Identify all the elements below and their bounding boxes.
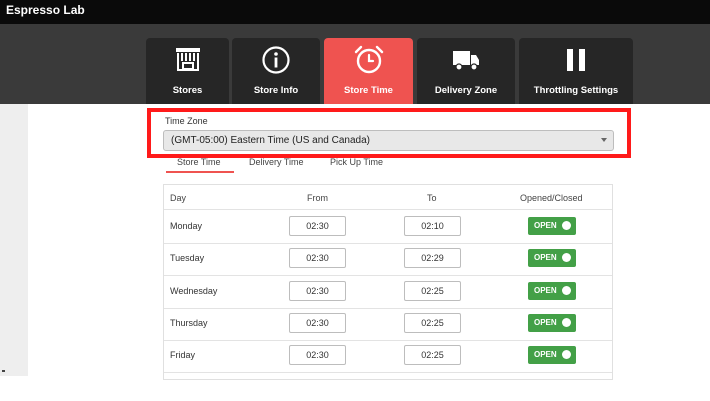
- open-toggle[interactable]: OPEN: [528, 249, 576, 267]
- info-icon: [232, 45, 320, 75]
- column-header-from: From: [307, 193, 328, 203]
- open-toggle[interactable]: OPEN: [528, 217, 576, 235]
- from-time-input[interactable]: 02:30: [289, 248, 346, 268]
- toggle-knob: [562, 350, 571, 359]
- store-icon: [146, 45, 229, 75]
- tab-label: Stores: [172, 85, 203, 96]
- column-header-status: Opened/Closed: [520, 193, 583, 203]
- app-title: Espresso Lab: [6, 3, 85, 17]
- from-time-input[interactable]: 02:30: [289, 281, 346, 301]
- toggle-label: OPEN: [534, 253, 557, 262]
- from-time-input[interactable]: 02:30: [289, 216, 346, 236]
- toggle-knob: [562, 286, 571, 295]
- tab-bar: Stores Store Info Store Time Delivery Zo…: [0, 24, 710, 104]
- pause-icon: [519, 45, 633, 75]
- from-time-input[interactable]: 02:30: [289, 313, 346, 333]
- open-toggle[interactable]: OPEN: [528, 282, 576, 300]
- left-panel: [0, 104, 28, 376]
- to-time-input[interactable]: 02:25: [404, 345, 461, 365]
- row-divider: [164, 209, 612, 210]
- tab-label: Throttling Settings: [533, 85, 619, 96]
- subtab-delivery-time[interactable]: Delivery Time: [249, 157, 304, 167]
- app-header: Espresso Lab: [0, 0, 710, 24]
- table-row: Thursday 02:30 02:25 OPEN: [164, 308, 612, 340]
- day-label: Wednesday: [170, 286, 218, 296]
- tab-store-time[interactable]: Store Time: [324, 38, 413, 104]
- to-time-input[interactable]: 02:25: [404, 313, 461, 333]
- tab-label: Store Info: [253, 85, 299, 96]
- table-row: Friday 02:30 02:25 OPEN: [164, 340, 612, 372]
- tab-delivery-zone[interactable]: Delivery Zone: [417, 38, 515, 104]
- tab-throttling-settings[interactable]: Throttling Settings: [519, 38, 633, 104]
- truck-icon: [417, 45, 515, 75]
- column-header-day: Day: [170, 193, 187, 203]
- active-subtab-indicator: [166, 171, 234, 173]
- day-label: Tuesday: [170, 253, 205, 263]
- tab-label: Store Time: [344, 85, 393, 96]
- alarm-clock-icon: [324, 45, 413, 75]
- tab-stores[interactable]: Stores: [146, 38, 229, 104]
- to-time-input[interactable]: 02:10: [404, 216, 461, 236]
- day-label: Monday: [170, 221, 203, 231]
- subtab-store-time[interactable]: Store Time: [177, 157, 221, 167]
- open-toggle[interactable]: OPEN: [528, 346, 576, 364]
- highlight-box: [147, 108, 631, 158]
- table-row: Monday 02:30 02:10 OPEN: [164, 211, 612, 243]
- panel-marker: [2, 370, 5, 372]
- toggle-label: OPEN: [534, 318, 557, 327]
- table-row: Wednesday 02:30 02:25 OPEN: [164, 276, 612, 308]
- day-label: Thursday: [170, 318, 208, 328]
- to-time-input[interactable]: 02:25: [404, 281, 461, 301]
- table-row: Tuesday 02:30 02:29 OPEN: [164, 243, 612, 275]
- toggle-label: OPEN: [534, 350, 557, 359]
- from-time-input[interactable]: 02:30: [289, 345, 346, 365]
- toggle-label: OPEN: [534, 286, 557, 295]
- column-header-to: To: [427, 193, 437, 203]
- toggle-knob: [562, 318, 571, 327]
- row-divider: [164, 372, 612, 373]
- to-time-input[interactable]: 02:29: [404, 248, 461, 268]
- day-label: Friday: [170, 350, 196, 360]
- tab-store-info[interactable]: Store Info: [232, 38, 320, 104]
- open-toggle[interactable]: OPEN: [528, 314, 576, 332]
- toggle-knob: [562, 253, 571, 262]
- toggle-knob: [562, 221, 571, 230]
- toggle-label: OPEN: [534, 221, 557, 230]
- subtab-pick-up-time[interactable]: Pick Up Time: [330, 157, 383, 167]
- hours-table: Day From To Opened/Closed Monday 02:30 0…: [163, 184, 613, 380]
- tab-label: Delivery Zone: [434, 85, 498, 96]
